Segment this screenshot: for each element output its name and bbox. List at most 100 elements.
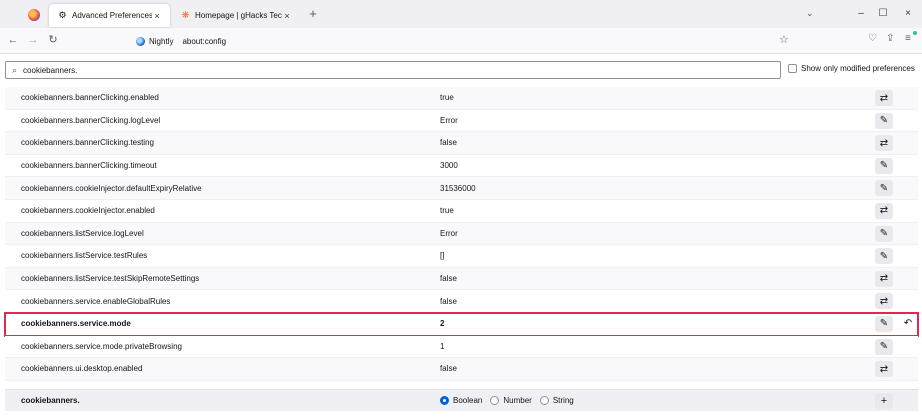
tab-title: Advanced Preferences — [72, 11, 152, 20]
radio-number[interactable]: Number — [490, 396, 532, 405]
edit-button[interactable]: ✎ — [875, 248, 893, 265]
pref-row[interactable]: cookiebanners.listService.logLevel Error ✎ — [5, 222, 918, 246]
pref-value: 3000 — [440, 161, 458, 171]
preferences-table: cookiebanners.bannerClicking.enabled true… — [4, 87, 919, 381]
pref-value: 1 — [440, 341, 445, 351]
pref-name: cookiebanners.listService.testRules — [21, 251, 148, 261]
pref-name: cookiebanners.bannerClicking.enabled — [21, 93, 159, 103]
maximize-button[interactable]: ☐ — [876, 7, 890, 21]
close-tab-icon[interactable]: × — [152, 11, 162, 21]
tab-strip: ⚙ Advanced Preferences × ❋ Homepage | gH… — [0, 0, 922, 28]
add-preference-row: cookiebanners. Boolean Number String + — [5, 389, 918, 411]
pref-value: Error — [440, 228, 458, 238]
pref-row[interactable]: cookiebanners.bannerClicking.logLevel Err… — [5, 109, 918, 133]
address-bar[interactable]: Nightly about:config — [128, 32, 798, 50]
pref-row[interactable]: cookiebanners.cookieInjector.enabled true… — [5, 199, 918, 223]
radio-boolean[interactable]: Boolean — [440, 396, 482, 405]
pref-name: cookiebanners.service.enableGlobalRules — [21, 296, 171, 306]
edit-button[interactable]: ✎ — [875, 180, 893, 197]
pref-row[interactable]: cookiebanners.service.enableGlobalRules f… — [5, 290, 918, 313]
pref-value: Error — [440, 115, 458, 125]
show-modified-checkbox[interactable]: Show only modified preferences — [788, 64, 915, 73]
pref-value: false — [440, 364, 457, 374]
pref-name: cookiebanners.listService.testSkipRemote… — [21, 274, 200, 284]
pref-name: cookiebanners.bannerClicking.logLevel — [21, 115, 161, 125]
pref-name: cookiebanners.cookieInjector.enabled — [21, 206, 155, 216]
pref-name: cookiebanners.service.mode — [21, 319, 131, 329]
radio-label: Boolean — [453, 396, 483, 405]
app-menu-icon[interactable]: ≡ — [905, 33, 911, 44]
pref-row[interactable]: cookiebanners.service.mode 2 ✎ ↶ — [4, 311, 919, 337]
tab-ghacks-homepage[interactable]: ❋ Homepage | gHacks Technolog × — [172, 4, 300, 27]
pref-name: cookiebanners.ui.desktop.enabled — [21, 364, 143, 374]
search-icon: ⌕ — [12, 64, 18, 75]
pref-name: cookiebanners.bannerClicking.timeout — [21, 161, 157, 171]
close-tab-icon[interactable]: × — [282, 11, 292, 21]
pref-value: false — [440, 296, 457, 306]
new-tab-button[interactable]: + — [306, 7, 320, 21]
radio-string[interactable]: String — [539, 396, 574, 405]
pref-name: cookiebanners.cookieInjector.defaultExpi… — [21, 183, 202, 193]
toggle-button[interactable]: ⇄ — [875, 202, 893, 219]
checkbox[interactable] — [788, 64, 797, 73]
pref-value: true — [440, 93, 454, 103]
pref-row[interactable]: cookiebanners.bannerClicking.testing fals… — [5, 132, 918, 155]
back-button[interactable]: ← — [6, 33, 20, 47]
toggle-button[interactable]: ⇄ — [875, 361, 893, 378]
pref-value: 2 — [440, 319, 445, 329]
pref-row[interactable]: cookiebanners.bannerClicking.enabled true… — [5, 87, 918, 110]
reset-button[interactable]: ↶ — [899, 316, 917, 332]
add-button[interactable]: + — [875, 393, 893, 409]
share-icon[interactable]: ⇪ — [886, 33, 894, 44]
toggle-button[interactable]: ⇄ — [875, 90, 893, 106]
pref-value: [] — [440, 251, 445, 261]
navigation-toolbar: ← → ↻ Nightly about:config ☆ ♡ ⇪ ≡ — [0, 28, 922, 54]
pref-row[interactable]: cookiebanners.ui.desktop.enabled false ⇄ — [5, 358, 918, 381]
edit-button[interactable]: ✎ — [875, 338, 893, 355]
type-radio-group: Boolean Number String — [440, 396, 574, 405]
new-pref-name: cookiebanners. — [21, 396, 80, 405]
radio-button[interactable] — [539, 396, 549, 405]
toggle-button[interactable]: ⇄ — [875, 135, 893, 152]
checkbox-label: Show only modified preferences — [801, 64, 915, 73]
minimize-button[interactable]: – — [854, 7, 868, 21]
toggle-button[interactable]: ⇄ — [875, 270, 893, 287]
pref-row[interactable]: cookiebanners.bannerClicking.timeout 3000… — [5, 154, 918, 178]
bookmark-star-icon[interactable]: ☆ — [779, 33, 789, 46]
tab-advanced-preferences[interactable]: ⚙ Advanced Preferences × — [49, 4, 170, 27]
pref-value: false — [440, 274, 457, 284]
toggle-button[interactable]: ⇄ — [875, 293, 893, 310]
edit-button[interactable]: ✎ — [875, 157, 893, 174]
edit-button[interactable]: ✎ — [875, 112, 893, 129]
nightly-logo-icon[interactable] — [28, 9, 40, 21]
update-badge — [913, 31, 917, 35]
pref-row[interactable]: cookiebanners.listService.testSkipRemote… — [5, 267, 918, 291]
radio-button[interactable] — [490, 396, 500, 405]
url-text[interactable]: about:config — [182, 37, 226, 46]
search-input[interactable]: ⌕ cookiebanners. — [5, 61, 781, 79]
radio-label: Number — [503, 396, 532, 405]
pref-row[interactable]: cookiebanners.service.mode.privateBrowsi… — [5, 335, 918, 359]
nightly-identity-icon — [136, 36, 145, 46]
edit-button[interactable]: ✎ — [875, 225, 893, 242]
list-all-tabs-button[interactable]: ⌄ — [806, 8, 814, 19]
tab-title: Homepage | gHacks Technolog — [195, 11, 282, 20]
radio-label: String — [552, 396, 574, 405]
pref-name: cookiebanners.bannerClicking.testing — [21, 138, 154, 148]
edit-button[interactable]: ✎ — [875, 315, 893, 332]
pref-row[interactable]: cookiebanners.listService.testRules [] ✎ — [5, 245, 918, 268]
pref-row[interactable]: cookiebanners.cookieInjector.defaultExpi… — [5, 177, 918, 200]
identity-label: Nightly — [149, 36, 174, 46]
search-value: cookiebanners. — [23, 65, 78, 75]
forward-button[interactable]: → — [26, 33, 40, 47]
pref-value: true — [440, 206, 454, 216]
pref-name: cookiebanners.listService.logLevel — [21, 228, 144, 238]
ghacks-icon: ❋ — [181, 10, 190, 20]
window-close-button[interactable]: × — [901, 7, 915, 21]
pref-value: 31536000 — [440, 183, 476, 193]
radio-button[interactable] — [440, 396, 449, 405]
pocket-icon[interactable]: ♡ — [868, 33, 877, 44]
pref-value: false — [440, 138, 457, 148]
reload-button[interactable]: ↻ — [46, 33, 60, 47]
gear-icon: ⚙ — [58, 10, 67, 20]
